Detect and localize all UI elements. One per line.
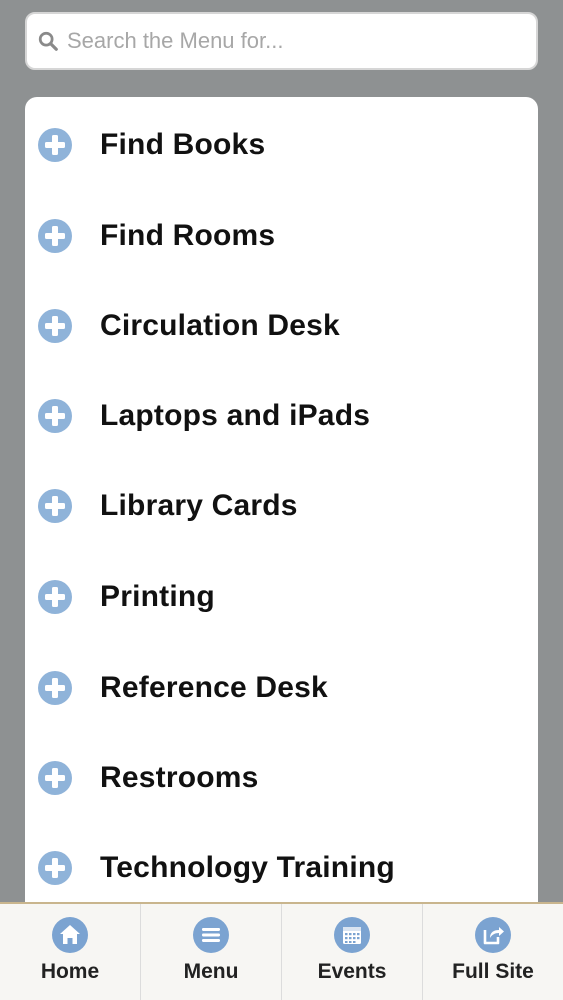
menu-item-label: Laptops and iPads [100, 399, 371, 432]
search-icon [38, 31, 58, 51]
menu-list: Find Books Find Rooms Circulation Desk L… [25, 97, 538, 917]
menu-item-technology-training[interactable]: Technology Training [25, 828, 538, 908]
calendar-icon [334, 917, 370, 953]
tab-menu-label: Menu [183, 960, 239, 983]
menu-item-find-rooms[interactable]: Find Rooms [25, 196, 538, 276]
tab-events[interactable]: Events [282, 904, 423, 1000]
menu-item-label: Find Rooms [100, 219, 276, 252]
menu-item-find-books[interactable]: Find Books [25, 105, 538, 185]
search-input[interactable] [67, 28, 527, 54]
tab-home-label: Home [40, 960, 100, 983]
plus-circle-icon [38, 489, 72, 523]
menu-item-circulation-desk[interactable]: Circulation Desk [25, 286, 538, 366]
plus-circle-icon [38, 851, 72, 885]
menu-item-label: Reference Desk [100, 671, 328, 704]
tab-home[interactable]: Home [0, 904, 141, 1000]
menu-item-label: Printing [100, 580, 215, 613]
menu-item-label: Library Cards [100, 489, 298, 522]
plus-circle-icon [38, 580, 72, 614]
menu-item-label: Restrooms [100, 761, 259, 794]
home-icon [52, 917, 88, 953]
app-screen: Find Books Find Rooms Circulation Desk [0, 0, 563, 1000]
plus-circle-icon [38, 761, 72, 795]
plus-circle-icon [38, 671, 72, 705]
plus-circle-icon [38, 309, 72, 343]
menu-item-restrooms[interactable]: Restrooms [25, 738, 538, 818]
plus-circle-icon [38, 219, 72, 253]
menu-list-icon [193, 917, 229, 953]
menu-item-laptops-ipads[interactable]: Laptops and iPads [25, 376, 538, 456]
menu-item-library-cards[interactable]: Library Cards [25, 466, 538, 546]
plus-circle-icon [38, 399, 72, 433]
tab-events-label: Events [317, 960, 387, 983]
bottom-tab-bar: Home Menu Events Full Site [0, 902, 563, 1000]
plus-circle-icon [38, 128, 72, 162]
menu-item-reference-desk[interactable]: Reference Desk [25, 648, 538, 728]
menu-item-label: Technology Training [100, 851, 395, 884]
tab-menu[interactable]: Menu [141, 904, 282, 1000]
search-bar[interactable] [25, 12, 538, 70]
menu-item-label: Circulation Desk [100, 309, 340, 342]
tab-full-site[interactable]: Full Site [423, 904, 563, 1000]
menu-item-printing[interactable]: Printing [25, 557, 538, 637]
external-link-icon [475, 917, 511, 953]
tab-full-site-label: Full Site [452, 960, 534, 983]
menu-item-label: Find Books [100, 128, 266, 161]
